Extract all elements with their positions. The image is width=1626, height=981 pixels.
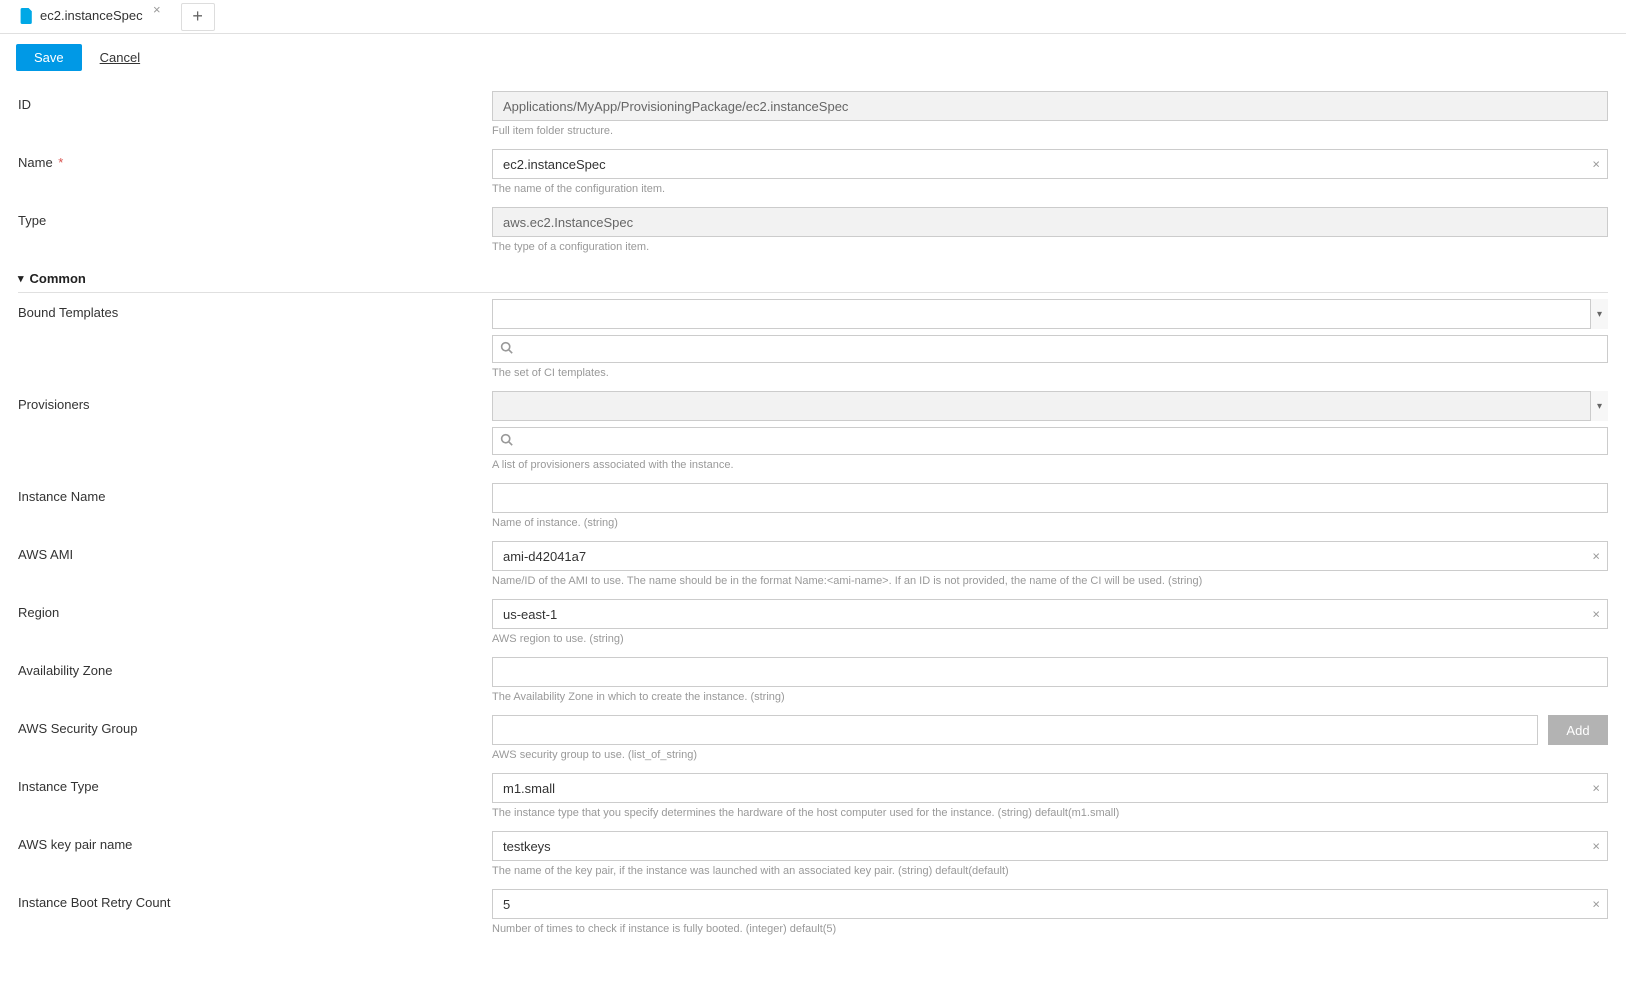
row-aws-ami: AWS AMI × Name/ID of the AMI to use. The… (18, 535, 1608, 593)
help-type: The type of a configuration item. (492, 241, 1608, 253)
select-bound-templates[interactable] (492, 299, 1608, 329)
row-provisioners: Provisioners ▾ A list of provisioners as… (18, 385, 1608, 477)
search-provisioners[interactable] (492, 427, 1608, 455)
tab-close-icon[interactable]: × (149, 2, 165, 17)
input-name[interactable] (492, 149, 1608, 179)
search-bound-templates[interactable] (492, 335, 1608, 363)
help-key-pair: The name of the key pair, if the instanc… (492, 865, 1608, 877)
search-icon (500, 341, 513, 357)
clear-aws-ami-icon[interactable]: × (1592, 549, 1600, 564)
label-security-group: AWS Security Group (18, 715, 492, 736)
label-id: ID (18, 91, 492, 112)
section-common-title: Common (30, 271, 86, 286)
save-button[interactable]: Save (16, 44, 82, 71)
label-availability-zone: Availability Zone (18, 657, 492, 678)
input-availability-zone[interactable] (492, 657, 1608, 687)
clear-region-icon[interactable]: × (1592, 607, 1600, 622)
label-type: Type (18, 207, 492, 228)
input-key-pair[interactable] (492, 831, 1608, 861)
label-instance-type: Instance Type (18, 773, 492, 794)
input-boot-retry[interactable] (492, 889, 1608, 919)
row-instance-name: Instance Name Name of instance. (string) (18, 477, 1608, 535)
action-bar: Save Cancel (0, 34, 1626, 85)
label-boot-retry: Instance Boot Retry Count (18, 889, 492, 910)
label-key-pair: AWS key pair name (18, 831, 492, 852)
section-common-header[interactable]: ▾ Common (18, 263, 1608, 293)
help-id: Full item folder structure. (492, 125, 1608, 137)
clear-key-pair-icon[interactable]: × (1592, 839, 1600, 854)
clear-boot-retry-icon[interactable]: × (1592, 897, 1600, 912)
chevron-down-icon: ▾ (18, 272, 24, 285)
help-region: AWS region to use. (string) (492, 633, 1608, 645)
row-region: Region × AWS region to use. (string) (18, 593, 1608, 651)
help-instance-type: The instance type that you specify deter… (492, 807, 1608, 819)
input-instance-type[interactable] (492, 773, 1608, 803)
help-availability-zone: The Availability Zone in which to create… (492, 691, 1608, 703)
input-type (492, 207, 1608, 237)
row-instance-type: Instance Type × The instance type that y… (18, 767, 1608, 825)
help-name: The name of the configuration item. (492, 183, 1608, 195)
plus-icon: + (192, 6, 203, 27)
label-region: Region (18, 599, 492, 620)
tab-ec2-instancespec[interactable]: ec2.instanceSpec × (16, 0, 153, 33)
row-availability-zone: Availability Zone The Availability Zone … (18, 651, 1608, 709)
clear-name-icon[interactable]: × (1592, 157, 1600, 172)
input-region[interactable] (492, 599, 1608, 629)
label-aws-ami: AWS AMI (18, 541, 492, 562)
label-bound-templates: Bound Templates (18, 299, 492, 320)
select-provisioners[interactable] (492, 391, 1608, 421)
label-instance-name: Instance Name (18, 483, 492, 504)
row-name: Name * × The name of the configuration i… (18, 143, 1608, 201)
input-id (492, 91, 1608, 121)
form-area: ID Full item folder structure. Name * × … (0, 85, 1626, 981)
help-instance-name: Name of instance. (string) (492, 517, 1608, 529)
file-icon (20, 8, 34, 24)
help-bound-templates: The set of CI templates. (492, 367, 1608, 379)
help-boot-retry: Number of times to check if instance is … (492, 923, 1608, 935)
help-security-group: AWS security group to use. (list_of_stri… (492, 749, 1608, 761)
row-boot-retry: Instance Boot Retry Count × Number of ti… (18, 883, 1608, 941)
input-instance-name[interactable] (492, 483, 1608, 513)
input-security-group[interactable] (492, 715, 1538, 745)
row-bound-templates: Bound Templates ▾ The set of CI template… (18, 293, 1608, 385)
search-icon (500, 433, 513, 449)
row-id: ID Full item folder structure. (18, 85, 1608, 143)
tab-label: ec2.instanceSpec (40, 8, 143, 23)
required-marker: * (55, 155, 64, 170)
help-provisioners: A list of provisioners associated with t… (492, 459, 1608, 471)
tab-bar: ec2.instanceSpec × + (0, 0, 1626, 34)
row-security-group: AWS Security Group Add AWS security grou… (18, 709, 1608, 767)
row-key-pair: AWS key pair name × The name of the key … (18, 825, 1608, 883)
add-security-group-button[interactable]: Add (1548, 715, 1608, 745)
help-aws-ami: Name/ID of the AMI to use. The name shou… (492, 575, 1608, 587)
clear-instance-type-icon[interactable]: × (1592, 781, 1600, 796)
label-provisioners: Provisioners (18, 391, 492, 412)
row-type: Type The type of a configuration item. (18, 201, 1608, 259)
input-aws-ami[interactable] (492, 541, 1608, 571)
new-tab-button[interactable]: + (181, 3, 215, 31)
cancel-link[interactable]: Cancel (100, 50, 140, 65)
label-name: Name * (18, 149, 492, 170)
